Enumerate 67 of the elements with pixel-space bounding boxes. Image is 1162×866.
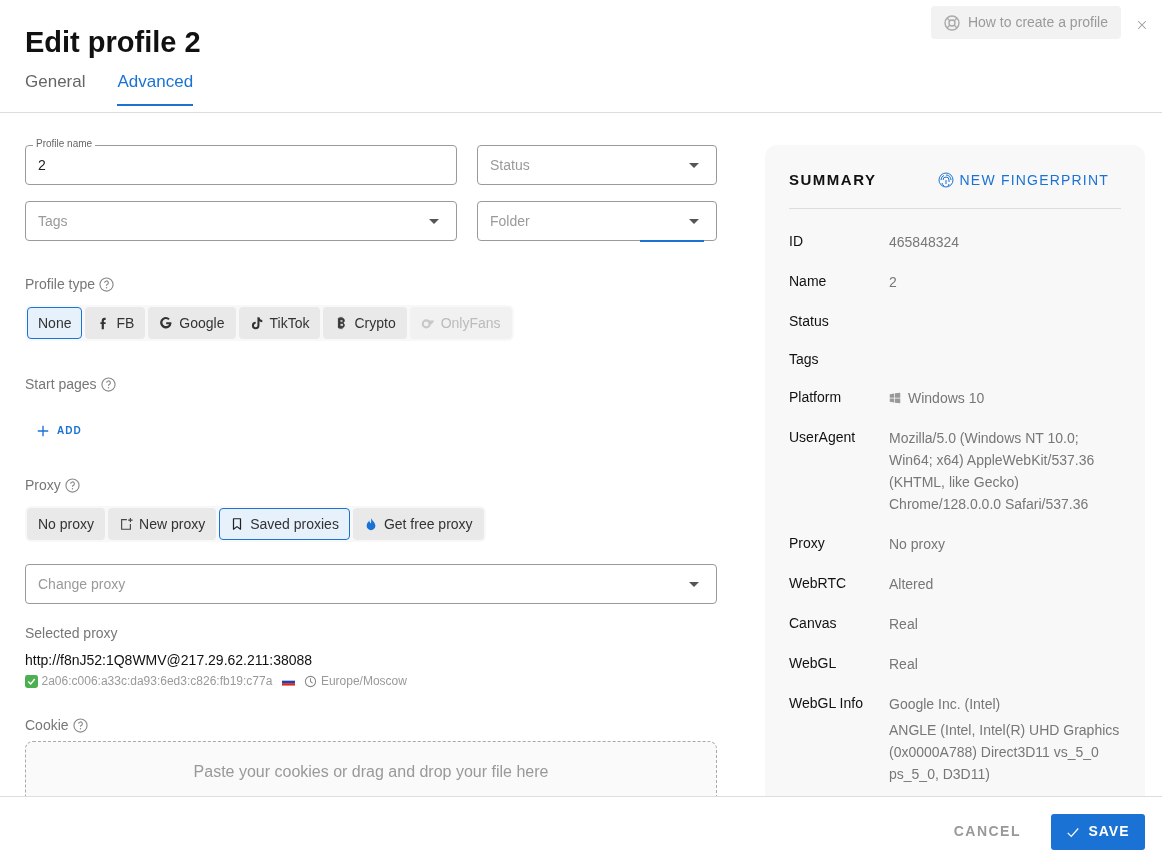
- key-logo-icon: [420, 316, 435, 330]
- plus-icon: [37, 424, 49, 437]
- tab[interactable]: Advanced: [117, 72, 194, 106]
- save-button[interactable]: SAVE: [1051, 813, 1145, 850]
- summary-label: Platform: [789, 387, 843, 407]
- summary-value: Windows 10: [908, 388, 985, 408]
- option-button[interactable]: No proxy: [27, 508, 106, 540]
- summary-value: Real: [889, 654, 918, 674]
- dialog-title: Edit profile 2: [25, 25, 201, 60]
- summary-value: Mozilla/5.0 (Windows NT 10.0; Win64; x64) AppleWebKit/537.36 (KHTML, like Gecko) Chrome/128.0.0.0 Safari/537.36: [889, 428, 1096, 514]
- add-button[interactable]: ADD: [25, 419, 94, 442]
- option-button[interactable]: None: [27, 307, 83, 339]
- option-button[interactable]: TikTok: [238, 307, 321, 339]
- summary-value: No proxy: [889, 534, 946, 554]
- ip-address: 2a06:c006:a33c:da93:6ed3:c826:fb19:c77a: [41, 673, 273, 690]
- help-icon: [64, 477, 80, 493]
- summary-label: Status: [789, 311, 830, 331]
- help-icon: [100, 376, 116, 392]
- windows-logo-icon: [889, 391, 901, 404]
- close-icon: [1136, 19, 1148, 32]
- note-icon: [249, 316, 264, 330]
- summary-label: Tags: [789, 349, 820, 369]
- summary-label: WebGL Info: [789, 693, 864, 713]
- timezone: Europe/Moscow: [320, 673, 407, 690]
- add-box-icon: [119, 517, 134, 531]
- summary-label: Name: [789, 271, 828, 291]
- help-icon: [99, 276, 115, 292]
- section-label: Cookie: [25, 716, 69, 734]
- summary-label: Proxy: [789, 533, 826, 553]
- option-button[interactable]: FB: [85, 307, 146, 339]
- lifebuoy-icon: [943, 14, 960, 31]
- summary-label: WebGL: [789, 653, 838, 673]
- section-label: Start pages: [25, 375, 97, 393]
- folder-select[interactable]: Folder: [477, 201, 717, 241]
- summary-value: Google Inc. (Intel): [889, 694, 1001, 714]
- summary-value: 465848324: [889, 232, 960, 252]
- dropdown-caret-icon: [689, 582, 699, 587]
- summary-value: Real: [889, 614, 918, 634]
- section-label: Proxy: [25, 476, 61, 494]
- summary-label: UserAgent: [789, 427, 857, 447]
- new-fingerprint-button[interactable]: NEW FINGERPRINT: [937, 169, 1121, 191]
- summary-value: 2: [889, 272, 897, 292]
- section-label: Profile type: [25, 275, 96, 293]
- dropdown-caret-icon: [689, 219, 699, 224]
- summary-value: ANGLE (Intel, Intel(R) UHD Graphics (0x0000A788) Direct3D11 vs_5_0 ps_5_0, D3D11): [889, 720, 1121, 784]
- option-button[interactable]: Crypto: [323, 307, 407, 339]
- change-proxy-select[interactable]: Change proxy: [25, 564, 717, 604]
- section-label: Selected proxy: [25, 624, 119, 642]
- dropdown-caret-icon: [689, 163, 699, 168]
- tab[interactable]: General: [25, 72, 86, 106]
- summary-label: ID: [789, 231, 804, 251]
- summary-title: SUMMARY: [789, 170, 877, 190]
- clock-icon: [304, 674, 318, 688]
- status-select[interactable]: Status: [477, 145, 717, 185]
- dropdown-caret-icon: [429, 219, 439, 224]
- option-button[interactable]: Saved proxies: [219, 508, 350, 540]
- summary-label: WebRTC: [789, 573, 848, 593]
- help-icon: [72, 717, 88, 733]
- fingerprint-icon: [937, 172, 954, 189]
- proxy-url: http://f8nJ52:1Q8WMV@217.29.62.211:38088: [25, 651, 313, 669]
- option-button[interactable]: New proxy: [108, 508, 217, 540]
- g-logo-icon: [159, 316, 174, 330]
- summary-label: Canvas: [789, 613, 838, 633]
- tags-select[interactable]: Tags: [25, 201, 457, 241]
- summary-value: Altered: [889, 574, 934, 594]
- option-button[interactable]: Google: [148, 307, 236, 339]
- option-button[interactable]: Get free proxy: [352, 508, 484, 540]
